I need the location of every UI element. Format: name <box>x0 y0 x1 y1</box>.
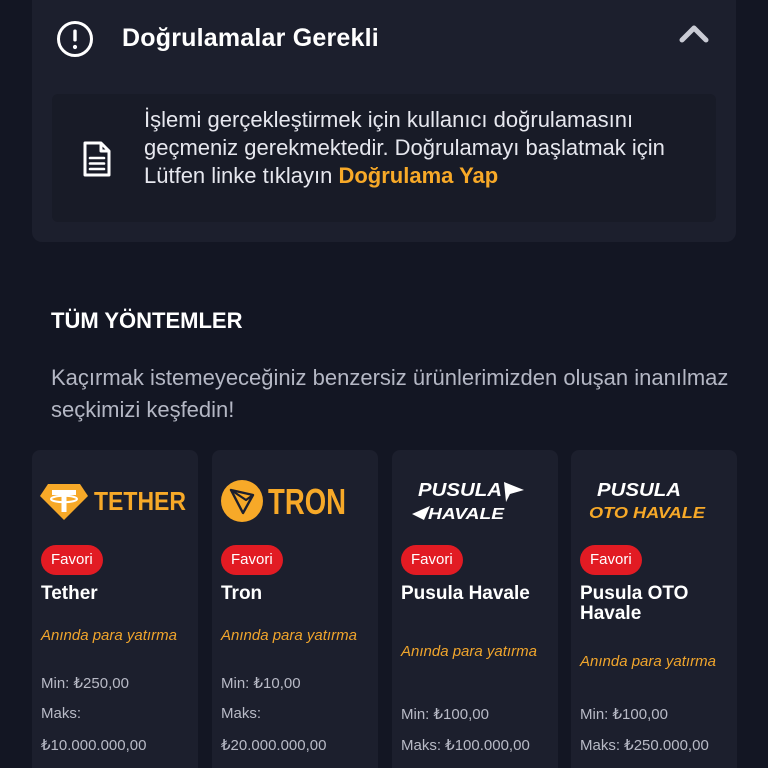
method-min: Min: ₺10,00 <box>221 675 301 692</box>
favorite-badge: Favori <box>41 545 103 575</box>
section-description: Kaçırmak istemeyeceğiniz benzersiz ürünl… <box>51 365 729 422</box>
method-tagline: Anında para yatırma <box>221 627 357 644</box>
tether-logo-text: TETHER <box>94 486 186 516</box>
method-tagline: Anında para yatırma <box>401 643 537 660</box>
alert-circle-icon <box>57 21 93 57</box>
pusula-logo-line2: HAVALE <box>428 506 506 523</box>
pusula-havale-logo: PUSULA HAVALE <box>412 480 524 523</box>
verification-message-box: İşlemi gerçekleştirmek için kullanıcı do… <box>52 94 716 222</box>
tron-logo: TRON <box>221 480 346 522</box>
verification-message: İşlemi gerçekleştirmek için kullanıcı do… <box>144 106 704 190</box>
method-card-pusula-oto-havale[interactable]: PUSULA OTO HAVALE Favori Pusula OTO Hava… <box>571 450 737 768</box>
method-name: Pusula OTO Havale <box>580 583 689 624</box>
pusula-oto-logo-line1: PUSULA <box>597 480 681 500</box>
section-title: TÜM YÖNTEMLER <box>51 308 243 333</box>
method-name: Pusula Havale <box>401 583 530 604</box>
tether-logo: TETHER <box>40 484 186 520</box>
document-icon <box>83 141 111 177</box>
method-name: Tether <box>41 583 98 604</box>
verification-link[interactable]: Doğrulama Yap <box>338 163 498 188</box>
verification-panel: Doğrulamalar Gerekli İşlemi gerçekleştir… <box>32 0 736 242</box>
method-min: Min: ₺250,00 <box>41 675 129 692</box>
pusula-oto-logo-line2: OTO HAVALE <box>589 505 706 522</box>
chevron-up-icon[interactable] <box>678 22 710 46</box>
pusula-oto-havale-logo: PUSULA OTO HAVALE <box>589 480 706 522</box>
method-min: Min: ₺100,00 <box>401 706 489 723</box>
method-tagline: Anında para yatırma <box>580 653 716 670</box>
method-max: Maks: ₺100.000,00 <box>401 737 530 754</box>
verification-title: Doğrulamalar Gerekli <box>122 24 379 52</box>
verification-header[interactable]: Doğrulamalar Gerekli <box>32 0 736 76</box>
method-max-label: Maks: <box>41 705 82 722</box>
favorite-badge: Favori <box>221 545 283 575</box>
method-card-tron[interactable]: TRON Favori Tron Anında para yatırma Min… <box>212 450 378 768</box>
method-card-pusula-havale[interactable]: PUSULA HAVALE Favori Pusula Havale Anınd… <box>392 450 558 768</box>
favorite-badge: Favori <box>401 545 463 575</box>
method-max-value: ₺20.000.000,00 <box>221 737 327 754</box>
page: Doğrulamalar Gerekli İşlemi gerçekleştir… <box>0 0 768 768</box>
method-min: Min: ₺100,00 <box>580 706 668 723</box>
method-max-value: ₺10.000.000,00 <box>41 737 147 754</box>
method-max: Maks: ₺250.000,00 <box>580 737 709 754</box>
tron-logo-text: TRON <box>268 481 346 522</box>
method-max-label: Maks: <box>221 705 262 722</box>
favorite-badge: Favori <box>580 545 642 575</box>
method-card-tether[interactable]: TETHER Favori Tether Anında para yatırma… <box>32 450 198 768</box>
method-name: Tron <box>221 583 263 604</box>
method-tagline: Anında para yatırma <box>41 627 177 644</box>
pusula-logo-line1: PUSULA <box>418 480 502 500</box>
